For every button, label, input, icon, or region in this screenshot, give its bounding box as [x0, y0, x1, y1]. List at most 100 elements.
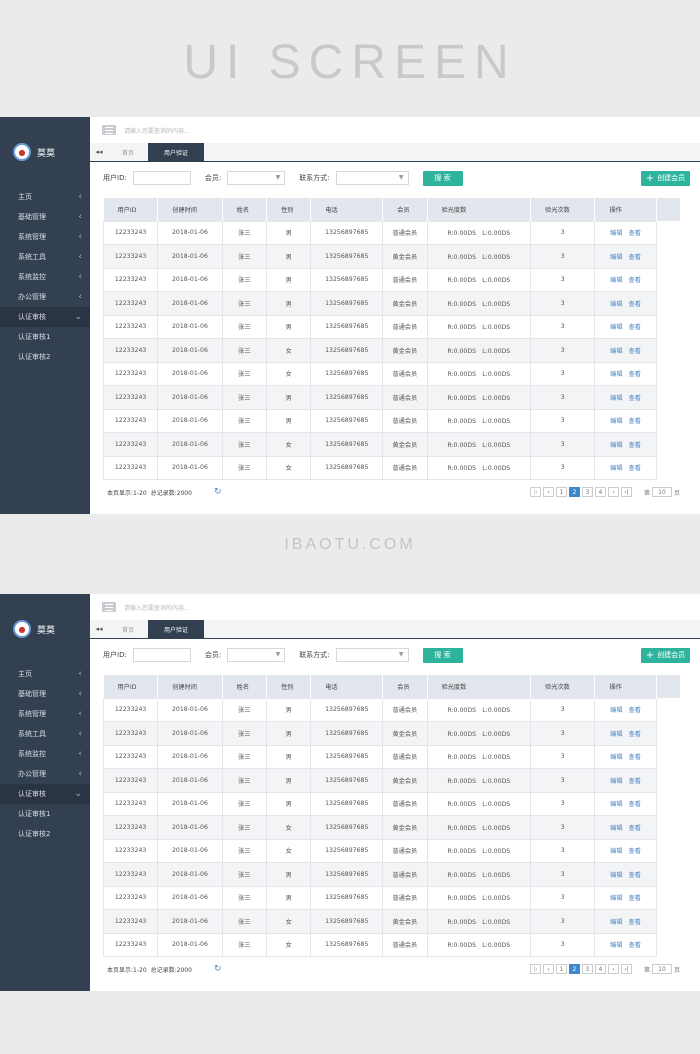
edit-link[interactable]: 编辑 — [610, 254, 622, 261]
edit-link[interactable]: 编辑 — [610, 230, 622, 237]
edit-link[interactable]: 编辑 — [610, 301, 622, 308]
prev-page-button[interactable]: ‹ — [542, 487, 554, 497]
edit-link[interactable]: 编辑 — [610, 754, 622, 761]
view-link[interactable]: 查看 — [629, 731, 641, 738]
edit-link[interactable]: 编辑 — [610, 895, 622, 902]
tab-home[interactable]: 首页 — [108, 620, 148, 638]
sidebar-item[interactable]: 系统管理 ‹ — [0, 704, 90, 724]
sidebar-subitem[interactable]: 认证审核1 — [0, 327, 90, 347]
edit-link[interactable]: 编辑 — [610, 942, 622, 949]
contact-select[interactable]: ▼ — [335, 171, 409, 185]
tab-back-icon[interactable]: ◂◂ — [90, 620, 108, 638]
search-input[interactable]: 请输入您要查询的内容... — [124, 126, 190, 135]
edit-link[interactable]: 编辑 — [610, 371, 622, 378]
last-page-button[interactable]: ›| — [620, 487, 632, 497]
page-button[interactable]: 1 — [555, 964, 567, 974]
edit-link[interactable]: 编辑 — [610, 731, 622, 738]
member-select[interactable]: ▼ — [227, 171, 286, 185]
avatar[interactable]: ● — [13, 620, 31, 638]
sidebar-subitem[interactable]: 认证审核2 — [0, 347, 90, 367]
tab-user-verify[interactable]: 用户验证 — [148, 143, 205, 161]
edit-link[interactable]: 编辑 — [610, 872, 622, 879]
edit-link[interactable]: 编辑 — [610, 801, 622, 808]
sidebar-item[interactable]: 系统管理 ‹ — [0, 227, 90, 247]
view-link[interactable]: 查看 — [629, 301, 641, 308]
edit-link[interactable]: 编辑 — [610, 778, 622, 785]
sidebar-item[interactable]: 办公管理 ‹ — [0, 287, 90, 307]
page-button[interactable]: 2 — [568, 964, 580, 974]
last-page-button[interactable]: ›| — [620, 964, 632, 974]
first-page-button[interactable]: |‹ — [529, 487, 541, 497]
view-link[interactable]: 查看 — [629, 707, 641, 714]
next-page-button[interactable]: › — [607, 487, 619, 497]
refresh-icon[interactable]: ↻ — [214, 487, 222, 497]
sidebar-item[interactable]: 认证审核 ⌄ — [0, 307, 90, 327]
create-member-button[interactable]: + 创建会员 — [641, 647, 690, 663]
view-link[interactable]: 查看 — [629, 942, 641, 949]
edit-link[interactable]: 编辑 — [610, 707, 622, 714]
view-link[interactable]: 查看 — [629, 465, 641, 472]
sidebar-item[interactable]: 办公管理 ‹ — [0, 764, 90, 784]
view-link[interactable]: 查看 — [629, 872, 641, 879]
sidebar-item[interactable]: 系统监控 ‹ — [0, 744, 90, 764]
edit-link[interactable]: 编辑 — [610, 848, 622, 855]
view-link[interactable]: 查看 — [629, 919, 641, 926]
member-select[interactable]: ▼ — [227, 648, 286, 662]
edit-link[interactable]: 编辑 — [610, 442, 622, 449]
page-button[interactable]: 4 — [594, 487, 606, 497]
page-button[interactable]: 4 — [594, 964, 606, 974]
view-link[interactable]: 查看 — [629, 230, 641, 237]
sidebar-item[interactable]: 系统监控 ‹ — [0, 267, 90, 287]
tab-back-icon[interactable]: ◂◂ — [90, 143, 108, 161]
view-link[interactable]: 查看 — [629, 442, 641, 449]
view-link[interactable]: 查看 — [629, 778, 641, 785]
goto-page-input[interactable]: 10 — [651, 487, 672, 497]
sidebar-subitem[interactable]: 认证审核2 — [0, 824, 90, 844]
hamburger-icon[interactable] — [102, 125, 116, 135]
page-button[interactable]: 3 — [581, 487, 593, 497]
refresh-icon[interactable]: ↻ — [214, 964, 222, 974]
next-page-button[interactable]: › — [607, 964, 619, 974]
view-link[interactable]: 查看 — [629, 848, 641, 855]
create-member-button[interactable]: + 创建会员 — [641, 170, 690, 186]
edit-link[interactable]: 编辑 — [610, 465, 622, 472]
search-input[interactable]: 请输入您要查询的内容... — [124, 603, 190, 612]
sidebar-item[interactable]: 基础管理 ‹ — [0, 207, 90, 227]
sidebar-item[interactable]: 主页 ‹ — [0, 187, 90, 207]
page-button[interactable]: 3 — [581, 964, 593, 974]
view-link[interactable]: 查看 — [629, 801, 641, 808]
edit-link[interactable]: 编辑 — [610, 277, 622, 284]
view-link[interactable]: 查看 — [629, 754, 641, 761]
edit-link[interactable]: 编辑 — [610, 825, 622, 832]
view-link[interactable]: 查看 — [629, 348, 641, 355]
first-page-button[interactable]: |‹ — [529, 964, 541, 974]
view-link[interactable]: 查看 — [629, 395, 641, 402]
edit-link[interactable]: 编辑 — [610, 919, 622, 926]
goto-page-input[interactable]: 10 — [651, 964, 672, 974]
view-link[interactable]: 查看 — [629, 254, 641, 261]
sidebar-item[interactable]: 主页 ‹ — [0, 664, 90, 684]
sidebar-item[interactable]: 基础管理 ‹ — [0, 684, 90, 704]
user-id-input[interactable] — [132, 171, 191, 185]
page-button[interactable]: 1 — [555, 487, 567, 497]
contact-select[interactable]: ▼ — [335, 648, 409, 662]
avatar[interactable]: ● — [13, 143, 31, 161]
edit-link[interactable]: 编辑 — [610, 395, 622, 402]
search-button[interactable]: 搜 索 — [422, 647, 463, 663]
page-button[interactable]: 2 — [568, 487, 580, 497]
hamburger-icon[interactable] — [102, 602, 116, 612]
view-link[interactable]: 查看 — [629, 418, 641, 425]
view-link[interactable]: 查看 — [629, 371, 641, 378]
view-link[interactable]: 查看 — [629, 277, 641, 284]
edit-link[interactable]: 编辑 — [610, 348, 622, 355]
search-button[interactable]: 搜 索 — [422, 170, 463, 186]
edit-link[interactable]: 编辑 — [610, 324, 622, 331]
sidebar-subitem[interactable]: 认证审核1 — [0, 804, 90, 824]
sidebar-item[interactable]: 系统工具 ‹ — [0, 247, 90, 267]
tab-user-verify[interactable]: 用户验证 — [148, 620, 205, 638]
sidebar-item[interactable]: 认证审核 ⌄ — [0, 784, 90, 804]
prev-page-button[interactable]: ‹ — [542, 964, 554, 974]
tab-home[interactable]: 首页 — [108, 143, 148, 161]
edit-link[interactable]: 编辑 — [610, 418, 622, 425]
view-link[interactable]: 查看 — [629, 324, 641, 331]
